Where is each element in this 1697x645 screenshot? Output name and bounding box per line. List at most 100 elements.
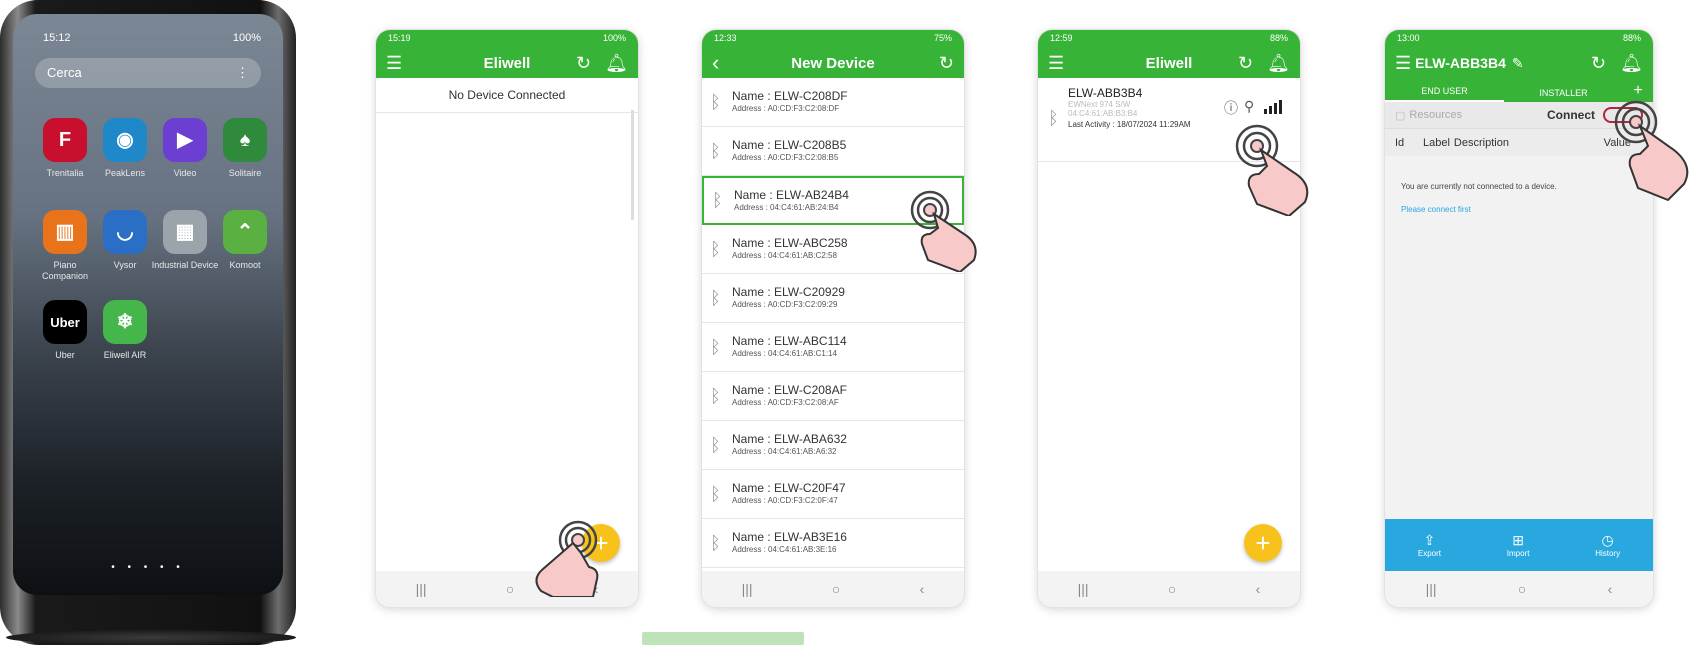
edit-icon[interactable]: ✎ [1512,55,1524,72]
history-label: History [1595,549,1621,558]
bell-icon[interactable]: 🔔︎ [605,53,628,74]
status-bar: 13:00 88% [1385,30,1653,48]
refresh-icon[interactable]: ↻ [576,53,591,74]
bluetooth-icon: ᛒ [710,336,721,357]
phone-home-screen: 15:12 100% Cerca ⋮ F Trenitalia ◉ PeakLens ▶… [0,0,296,645]
table-body: You are currently not connected to a dev… [1385,156,1653,544]
tab-installer[interactable]: INSTALLER [1504,88,1623,102]
app-label: Komoot [229,260,261,270]
app-eliwell-air[interactable]: ❄ Eliwell AIR [90,300,160,361]
refresh-icon[interactable]: ↻ [1591,53,1606,74]
home-icon[interactable]: ○ [1518,581,1526,597]
menu-icon[interactable]: ☰ [1395,53,1411,74]
device-text: Name : ELW-C20F47 Address : A0:CD:F3:C2:0… [732,481,846,507]
home-icon[interactable]: ○ [141,594,151,595]
history-icon: ◷ [1601,532,1614,548]
info-icon[interactable]: ⓘ [1224,98,1238,118]
import-button[interactable]: ⊞ Import [1507,532,1530,558]
recent-apps-icon[interactable]: ||| [416,581,427,597]
back-icon[interactable]: ‹ [1608,581,1613,597]
recent-apps-icon[interactable]: ||| [1078,581,1089,597]
location-icon[interactable]: ⚲ [1244,98,1254,115]
uber-icon: Uber [43,300,87,344]
device-list-item[interactable]: ᛒ Name : ELW-ABA632 Address : 04:C4:61:AB:… [702,421,964,470]
phone-shadow [6,630,296,645]
back-icon[interactable]: ‹ [920,581,925,597]
device-address: Address : A0:CD:F3:C2:0F:47 [732,496,838,505]
recent-apps-icon[interactable]: ||| [742,581,753,597]
back-icon[interactable]: ‹ [213,594,218,595]
app-bar: ☰ Eliwell ↻ 🔔︎ [376,48,638,78]
device-text: Name : ELW-ABA632 Address : 04:C4:61:AB:A… [732,432,847,458]
col-label: Label [1423,136,1450,149]
home-icon[interactable]: ○ [1168,581,1176,597]
bluetooth-icon: ᛒ [710,238,721,259]
bluetooth-icon: ᛒ [710,434,721,455]
home-screen: 15:12 100% Cerca ⋮ F Trenitalia ◉ PeakLens ▶… [13,14,283,595]
tap-hand-icon [1235,124,1309,216]
device-name: Name : ELW-C20929 [732,285,845,299]
back-icon[interactable]: ‹ [1256,581,1261,597]
device-list-item[interactable]: ᛒ Name : ELW-ABC114 Address : 04:C4:61:AB:… [702,323,964,372]
status-battery: 100% [602,33,626,43]
device-name: Name : ELW-ABA632 [732,432,847,446]
bluetooth-icon: ᛒ [710,140,721,161]
refresh-icon[interactable]: ↻ [1238,53,1253,74]
bottom-tab-hint [642,632,804,645]
vysor-icon: ◡ [103,210,147,254]
more-icon[interactable]: ⋮ [236,65,249,81]
device-address: Address : 04:C4:61:AB:3E:16 [732,545,837,554]
menu-icon[interactable]: ☰ [1048,53,1064,74]
nav-bar: ||| ○ ‹ [1385,571,1653,607]
export-button[interactable]: ⇪ Export [1418,532,1441,558]
tab-end-user[interactable]: END USER [1385,86,1504,102]
device-list-item[interactable]: ᛒ Name : ELW-C208AF Address : A0:CD:F3:C2:… [702,372,964,421]
page-indicator: • • • • • [111,562,185,573]
bell-icon[interactable]: 🔔︎ [1267,53,1290,74]
history-button[interactable]: ◷ History [1595,532,1620,558]
device-list-item[interactable]: ᛒ Name : ELW-C208B5 Address : A0:CD:F3:C2:… [702,127,964,176]
scrollbar[interactable] [631,110,634,220]
app-komoot[interactable]: ⌃ Komoot [210,210,280,271]
menu-icon[interactable]: ☰ [386,53,402,74]
bluetooth-icon: ᛒ [710,385,721,406]
status-bar: 15:19 100% [376,30,638,48]
device-address: Address : 04:C4:61:AB:24:B4 [734,202,839,212]
home-icon[interactable]: ○ [506,581,514,597]
device-text: Name : ELW-C208B5 Address : A0:CD:F3:C2:0… [732,138,846,164]
device-title: ELW-ABB3B4 [1415,55,1506,71]
add-device-button[interactable]: + [1244,524,1282,562]
app-solitaire[interactable]: ♠ Solitaire [210,118,280,179]
search-bar[interactable]: Cerca ⋮ [35,58,261,88]
back-arrow-icon[interactable]: ‹ [712,50,719,76]
import-label: Import [1506,549,1530,558]
no-device-message: No Device Connected [376,78,638,113]
import-icon: ⊞ [1512,532,1524,548]
col-description: Description [1453,136,1509,149]
bottom-action-bar: ⇪ Export ⊞ Import ◷ History [1385,519,1653,571]
please-connect-link[interactable]: Please connect first [1401,205,1653,214]
device-address: Address : 04:C4:61:AB:C1:14 [732,349,837,358]
recent-apps-icon[interactable]: ||| [1426,581,1437,597]
device-list-item[interactable]: ᛒ Name : ELW-C208DF Address : A0:CD:F3:C2:… [702,78,964,127]
device-text: Name : ELW-ABC114 Address : 04:C4:61:AB:C… [732,334,847,360]
tap-hand-icon [535,520,599,597]
device-name: Name : ELW-C20F47 [732,481,846,495]
app-label: Solitaire [228,168,262,178]
app-title: Eliwell [483,54,531,72]
device-text: Name : ELW-AB24B4 Address : 04:C4:61:AB:2… [734,188,849,214]
device-address: Address : A0:CD:F3:C2:08:B5 [732,153,839,162]
device-name: Name : ELW-ABC114 [732,334,847,348]
app-bar: ‹ New Device ↻ [702,48,964,78]
home-icon[interactable]: ○ [832,581,840,597]
device-list-item[interactable]: ᛒ Name : ELW-C20F47 Address : A0:CD:F3:C2:… [702,470,964,519]
trenitalia-icon: F [43,118,87,162]
status-battery: 100% [232,32,261,44]
device-list-item[interactable]: ᛒ Name : ELW-C20929 Address : A0:CD:F3:C2:… [702,274,964,323]
device-list-item[interactable]: ᛒ Name : ELW-AB3E16 Address : 04:C4:61:AB:… [702,519,964,568]
bell-icon[interactable]: 🔔︎ [1620,53,1643,74]
resources-label[interactable]: Resources [1409,109,1462,121]
recent-apps-icon[interactable]: ||| [73,594,85,595]
search-placeholder: Cerca [47,65,82,80]
screen-new-device: 12:33 75% ‹ New Device ↻ ᛒ Name : ELW-C20… [702,30,964,607]
